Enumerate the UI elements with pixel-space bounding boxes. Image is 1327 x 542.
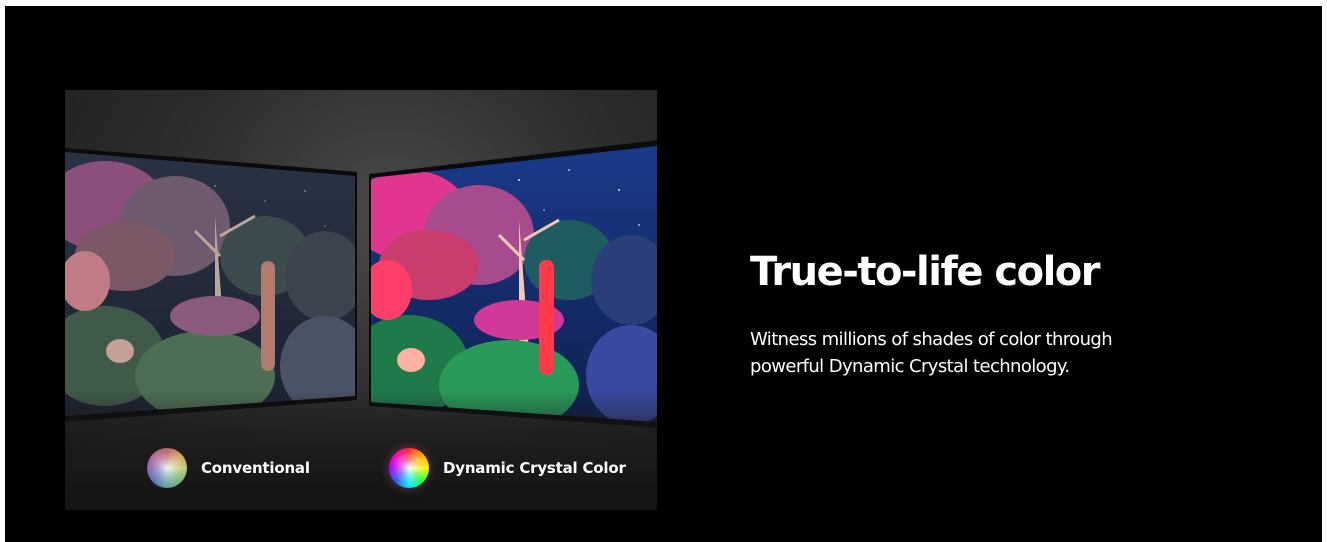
legend-dynamic-crystal: Dynamic Crystal Color [389,448,626,488]
conventional-tv-screen [65,146,357,426]
dynamic-crystal-tv-screen [369,140,657,430]
color-wheel-icon [147,448,187,488]
feature-headline: True-to-life color [750,249,1101,295]
legend-conventional: Conventional [147,448,310,488]
color-comparison-image: Conventional Dynamic Crystal Color [65,90,657,510]
legend-label-conventional: Conventional [201,459,310,477]
feature-description: Witness millions of shades of color thro… [750,329,1113,377]
color-wheel-icon [389,448,429,488]
feature-banner: Conventional Dynamic Crystal Color True-… [5,6,1322,542]
legend-label-dynamic-crystal: Dynamic Crystal Color [443,459,626,477]
